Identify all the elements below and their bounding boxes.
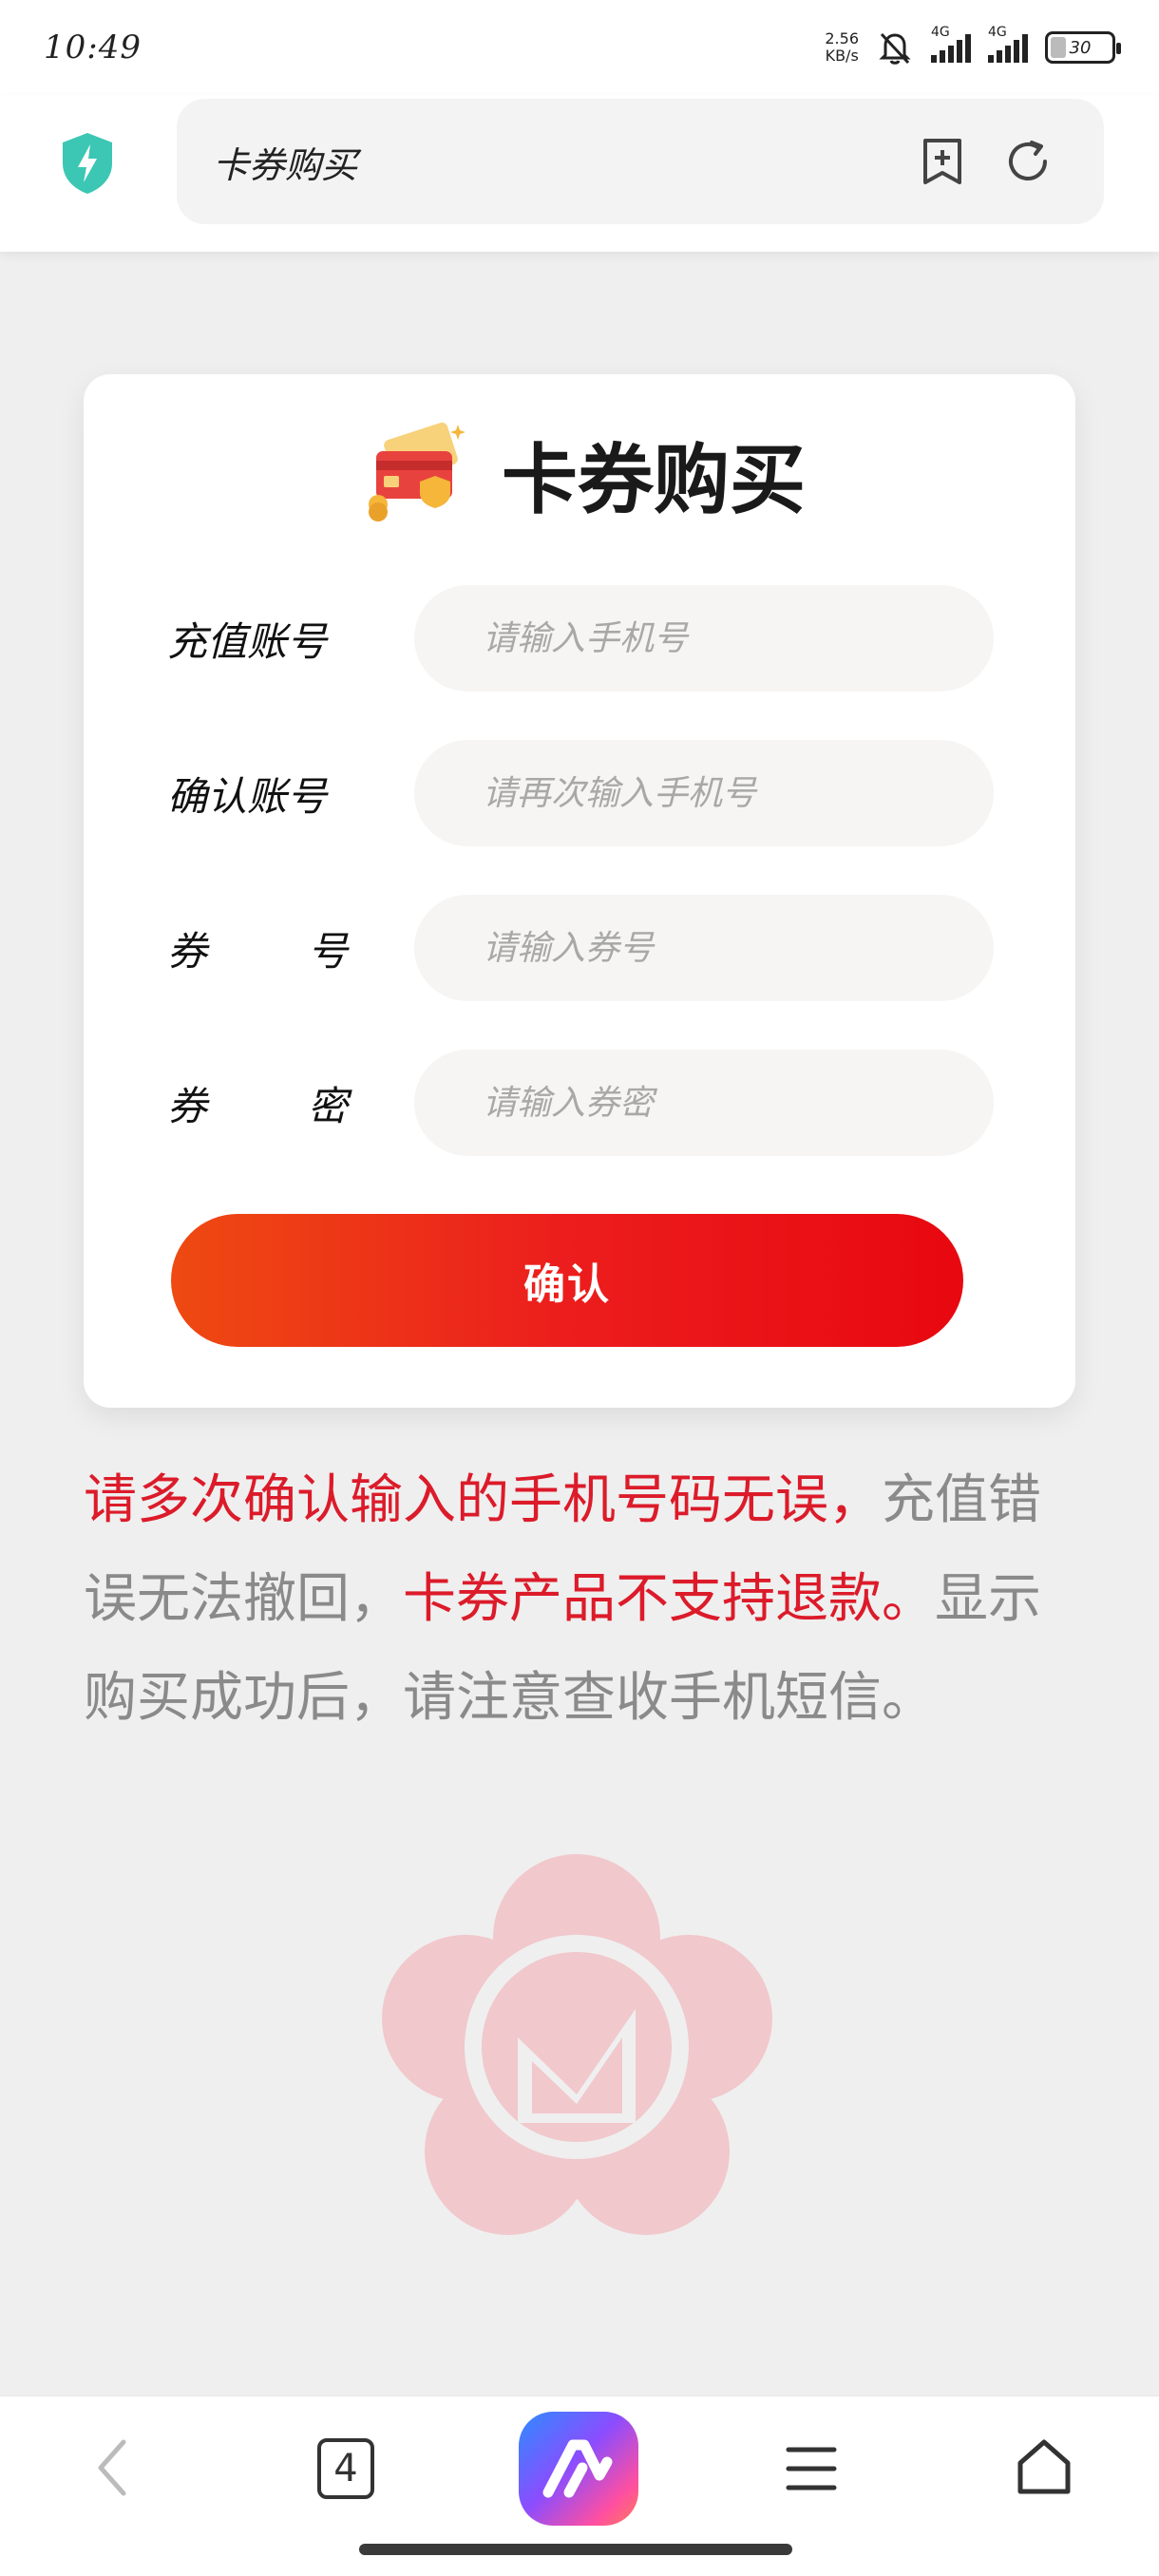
recharge-account-input[interactable] — [414, 585, 994, 691]
bell-off-icon — [879, 32, 911, 65]
field-label: 确认账号 — [167, 772, 328, 820]
reload-icon[interactable] — [1003, 137, 1053, 186]
signal-icon: 4G — [931, 25, 971, 63]
ai-logo-glyph — [542, 2439, 613, 2498]
form-row-confirm-account: 确认账号 — [167, 740, 1003, 846]
card-coupon-illustration — [369, 422, 466, 521]
address-bar[interactable]: 卡券购买 — [177, 99, 1104, 224]
confirm-button[interactable]: 确认 — [171, 1214, 963, 1347]
net-speed: 2.56 KB/s — [825, 30, 859, 65]
form-row-coupon-password: 券 密 — [167, 1050, 1003, 1156]
form-row-recharge-account: 充值账号 — [167, 585, 1003, 691]
home-indicator[interactable] — [359, 2544, 792, 2555]
battery-level: 30 — [1069, 37, 1092, 58]
page-title: 卡券购买 — [213, 143, 358, 186]
status-time: 10:49 — [44, 28, 142, 66]
card-header: 卡券购买 — [359, 412, 806, 536]
notice-warning-1: 请多次确认输入的手机号码无误， — [84, 1469, 882, 1531]
tabs-icon[interactable]: 4 — [317, 2438, 374, 2499]
field-label: 券 密 — [167, 1082, 348, 1129]
browser-toolbar: 卡券购买 — [0, 95, 1159, 252]
ai-assistant-icon[interactable] — [519, 2412, 638, 2526]
net-speed-unit: KB/s — [825, 47, 859, 65]
signal-icon: 4G — [988, 25, 1028, 63]
flower-logo-watermark — [382, 1854, 772, 2235]
signal-type: 4G — [931, 25, 950, 40]
field-label: 充值账号 — [167, 617, 328, 665]
shield-bolt-icon[interactable] — [59, 131, 116, 196]
battery-icon: 30 — [1045, 31, 1121, 64]
status-bar: 10:49 2.56 KB/s 4G 4G 30 — [0, 0, 1159, 95]
notice-text: 请多次确认输入的手机号码无误，充值错误无法撤回，卡券产品不支持退款。显示购买成功… — [84, 1451, 1075, 1748]
coupon-number-input[interactable] — [414, 895, 994, 1001]
card-title: 卡券购买 — [502, 436, 806, 524]
net-speed-value: 2.56 — [825, 29, 859, 47]
coupon-password-input[interactable] — [414, 1050, 994, 1156]
menu-icon[interactable] — [783, 2440, 840, 2497]
form-row-coupon-number: 券 号 — [167, 895, 1003, 1001]
purchase-card: 卡券购买 充值账号 确认账号 券 号 券 密 确认 — [84, 374, 1075, 1408]
status-icons: 2.56 KB/s 4G 4G 30 — [825, 25, 1121, 66]
bookmark-add-icon[interactable] — [918, 137, 967, 186]
home-icon[interactable] — [1013, 2436, 1075, 2499]
tab-count: 4 — [333, 2447, 358, 2491]
back-icon[interactable] — [86, 2434, 142, 2501]
signal-type: 4G — [988, 25, 1007, 40]
notice-warning-2: 卡券产品不支持退款。 — [403, 1568, 935, 1630]
confirm-account-input[interactable] — [414, 740, 994, 846]
field-label: 券 号 — [167, 927, 348, 975]
